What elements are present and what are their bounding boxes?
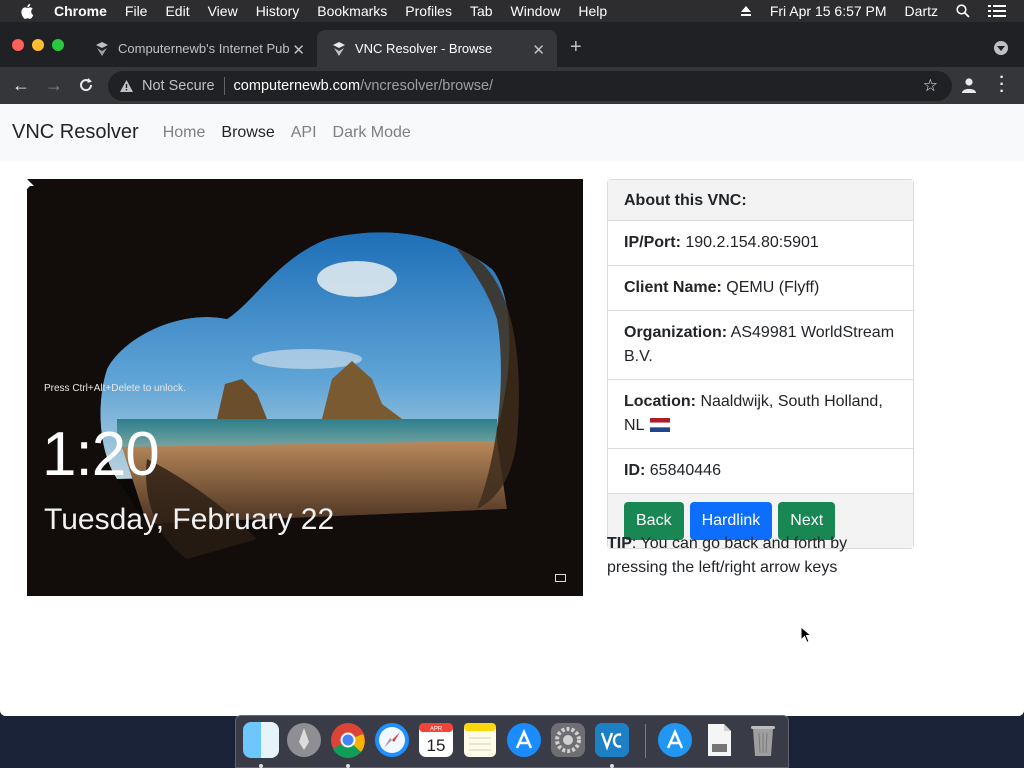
system-preferences-icon[interactable] — [550, 722, 586, 758]
netherlands-flag-icon — [650, 417, 671, 432]
site-navbar: VNC Resolver Home Browse API Dark Mode — [0, 104, 1024, 161]
tip-label: TIP — [607, 535, 632, 552]
menu-app-name[interactable]: Chrome — [54, 3, 107, 19]
id-value: 65840446 — [649, 462, 721, 479]
tip-text: : You can go back and forth by pressing … — [607, 535, 848, 576]
macos-menu-bar: Chrome File Edit View History Bookmarks … — [0, 0, 1024, 22]
notes-icon[interactable] — [462, 722, 498, 758]
app-store-downloads-icon[interactable] — [657, 722, 693, 758]
ip-port-value: 190.2.154.80:5901 — [685, 234, 819, 251]
security-status-label[interactable]: Not Secure — [142, 78, 215, 94]
network-status-icon — [555, 574, 566, 582]
spotlight-search-icon[interactable] — [956, 4, 970, 18]
apple-icon[interactable] — [20, 3, 36, 19]
running-indicator — [610, 764, 614, 768]
card-header: About this VNC: — [608, 180, 913, 221]
menu-bar-clock[interactable]: Fri Apr 15 6:57 PM — [770, 3, 887, 19]
nav-link-browse[interactable]: Browse — [221, 124, 274, 142]
finder-icon[interactable] — [243, 722, 279, 758]
new-tab-icon[interactable]: + — [570, 36, 582, 59]
warning-triangle-icon[interactable] — [119, 79, 134, 93]
organization-label: Organization: — [624, 324, 728, 341]
safari-icon[interactable] — [374, 722, 410, 758]
menu-view[interactable]: View — [208, 3, 238, 19]
lock-screen-time: 1:20 — [42, 420, 160, 489]
control-center-icon[interactable] — [988, 5, 1006, 17]
menu-profiles[interactable]: Profiles — [405, 3, 452, 19]
client-name-row: Client Name: QEMU (Flyff) — [608, 266, 913, 311]
chrome-menu-icon[interactable]: · · · — [998, 70, 1006, 100]
zoom-window-button[interactable] — [52, 39, 64, 51]
client-name-value: QEMU (Flyff) — [726, 279, 820, 296]
running-indicator — [346, 764, 350, 768]
tab-favicon-icon — [333, 41, 345, 56]
vnc-info-card: About this VNC: IP/Port: 190.2.154.80:59… — [607, 179, 914, 549]
running-indicator — [259, 764, 263, 768]
site-brand[interactable]: VNC Resolver — [12, 121, 139, 144]
location-label: Location: — [624, 393, 696, 410]
address-bar[interactable]: Not Secure computernewb.com/vncresolver/… — [108, 71, 952, 101]
trash-icon[interactable] — [745, 722, 781, 758]
tab-close-icon[interactable]: ✕ — [532, 41, 545, 59]
dock-separator — [645, 724, 646, 758]
nav-link-dark-mode[interactable]: Dark Mode — [333, 124, 411, 142]
web-page: VNC Resolver Home Browse API Dark Mode P… — [0, 104, 1024, 716]
ip-port-label: IP/Port: — [624, 234, 681, 251]
menu-bar-user[interactable]: Dartz — [905, 3, 938, 19]
client-name-label: Client Name: — [624, 279, 722, 296]
reload-icon[interactable] — [77, 76, 95, 94]
nav-link-home[interactable]: Home — [163, 124, 206, 142]
chrome-icon[interactable] — [330, 722, 366, 758]
tab-computernewb-pub[interactable]: Computernewb's Internet Pub ✕ — [80, 30, 317, 67]
calendar-month: APR — [430, 727, 443, 733]
id-row: ID: 65840446 — [608, 449, 913, 494]
menu-history[interactable]: History — [256, 3, 300, 19]
tab-title: Computernewb's Internet Pub — [118, 41, 290, 56]
lock-screen-date: Tuesday, February 22 — [44, 503, 335, 536]
omnibox-divider — [223, 77, 225, 95]
remote-cursor-icon — [27, 179, 34, 189]
nav-link-api[interactable]: API — [291, 124, 317, 142]
launchpad-icon[interactable] — [286, 722, 322, 758]
macos-dock: APR 15 — [235, 715, 789, 768]
menu-window[interactable]: Window — [511, 3, 561, 19]
profile-avatar-icon[interactable] — [960, 76, 978, 94]
location-row: Location: Naaldwijk, South Holland, NL — [608, 380, 913, 449]
window-controls — [12, 39, 72, 51]
tab-search-icon[interactable] — [994, 41, 1008, 55]
tab-title: VNC Resolver - Browse — [355, 41, 493, 56]
url-path[interactable]: /vncresolver/browse/ — [360, 78, 493, 94]
menu-edit[interactable]: Edit — [165, 3, 189, 19]
vnc-viewer-icon[interactable] — [594, 722, 630, 758]
close-window-button[interactable] — [12, 39, 24, 51]
menu-file[interactable]: File — [125, 3, 148, 19]
tab-close-icon[interactable]: ✕ — [292, 41, 305, 59]
browser-toolbar: ← → Not Secure computernewb.com/vncresol… — [0, 67, 1024, 104]
app-store-icon[interactable] — [506, 722, 542, 758]
tab-strip: Computernewb's Internet Pub ✕ VNC Resolv… — [0, 22, 1024, 67]
calendar-day: 15 — [427, 736, 446, 755]
menu-tab[interactable]: Tab — [470, 3, 493, 19]
tab-vnc-resolver[interactable]: VNC Resolver - Browse ✕ — [317, 30, 557, 67]
organization-row: Organization: AS49981 WorldStream B.V. — [608, 311, 913, 380]
eject-icon[interactable] — [740, 5, 752, 17]
back-arrow-icon[interactable]: ← — [11, 75, 31, 95]
lock-screen-unlock-hint: Press Ctrl+Alt+Delete to unlock. — [44, 383, 186, 394]
menu-bookmarks[interactable]: Bookmarks — [317, 3, 387, 19]
id-label: ID: — [624, 462, 646, 479]
calendar-icon[interactable]: APR 15 — [418, 722, 454, 758]
navigation-tip: TIP: You can go back and forth by pressi… — [607, 532, 907, 580]
tab-favicon-icon — [96, 41, 108, 56]
url-host[interactable]: computernewb.com — [234, 78, 361, 94]
chrome-window: Computernewb's Internet Pub ✕ VNC Resolv… — [0, 22, 1024, 716]
vnc-screenshot-image[interactable]: Press Ctrl+Alt+Delete to unlock. 1:20 Tu… — [27, 179, 583, 596]
forward-arrow-icon[interactable]: → — [44, 75, 64, 95]
mouse-cursor-icon — [800, 626, 812, 644]
bookmark-star-icon[interactable]: ☆ — [923, 76, 938, 96]
documents-icon[interactable] — [701, 722, 737, 758]
menu-help[interactable]: Help — [578, 3, 607, 19]
minimize-window-button[interactable] — [32, 39, 44, 51]
ip-port-row: IP/Port: 190.2.154.80:5901 — [608, 221, 913, 266]
